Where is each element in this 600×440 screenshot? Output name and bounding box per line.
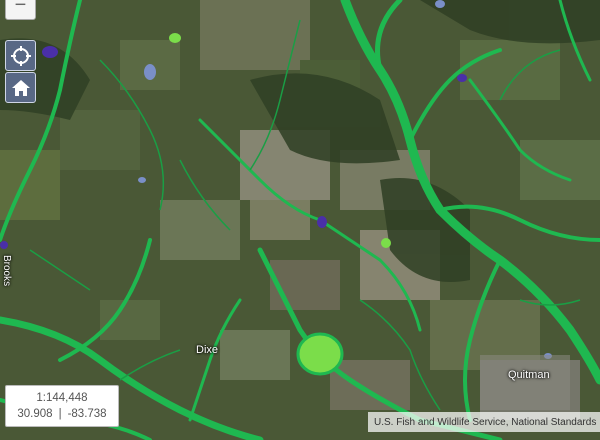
pond-small-green [169, 33, 181, 43]
latitude-value: 30.908 [17, 408, 53, 420]
coordinates-readout: 30.908 | -83.738 [17, 406, 106, 422]
pond-purple [317, 216, 327, 228]
home-icon [11, 79, 30, 96]
locate-button[interactable] [5, 40, 36, 71]
longitude-value: -83.738 [67, 408, 107, 420]
coord-separator: | [58, 408, 62, 420]
water-blue [138, 177, 146, 183]
town-area [480, 355, 570, 410]
home-button[interactable] [5, 72, 36, 103]
pond-purple [457, 74, 467, 82]
lake-light-green [296, 332, 344, 376]
map-scale: 1:144,448 [36, 392, 88, 404]
place-label-dixe: Dixe [196, 344, 219, 356]
crosshair-icon [10, 45, 31, 66]
water-blue [144, 64, 156, 80]
map-attribution[interactable]: U.S. Fish and Wildlife Service, National… [368, 412, 600, 432]
water-blue [435, 0, 445, 8]
scale-coordinates-panel: 1:144,448 30.908 | -83.738 [5, 385, 119, 427]
zoom-out-button[interactable]: − [5, 0, 36, 20]
pond-small-green [381, 238, 391, 248]
pond-purple [0, 241, 8, 249]
place-label-quitman: Quitman [508, 369, 550, 381]
zoom-out-label: − [14, 0, 27, 16]
place-label-brooks: Brooks [1, 255, 12, 287]
pond-purple [42, 46, 58, 58]
